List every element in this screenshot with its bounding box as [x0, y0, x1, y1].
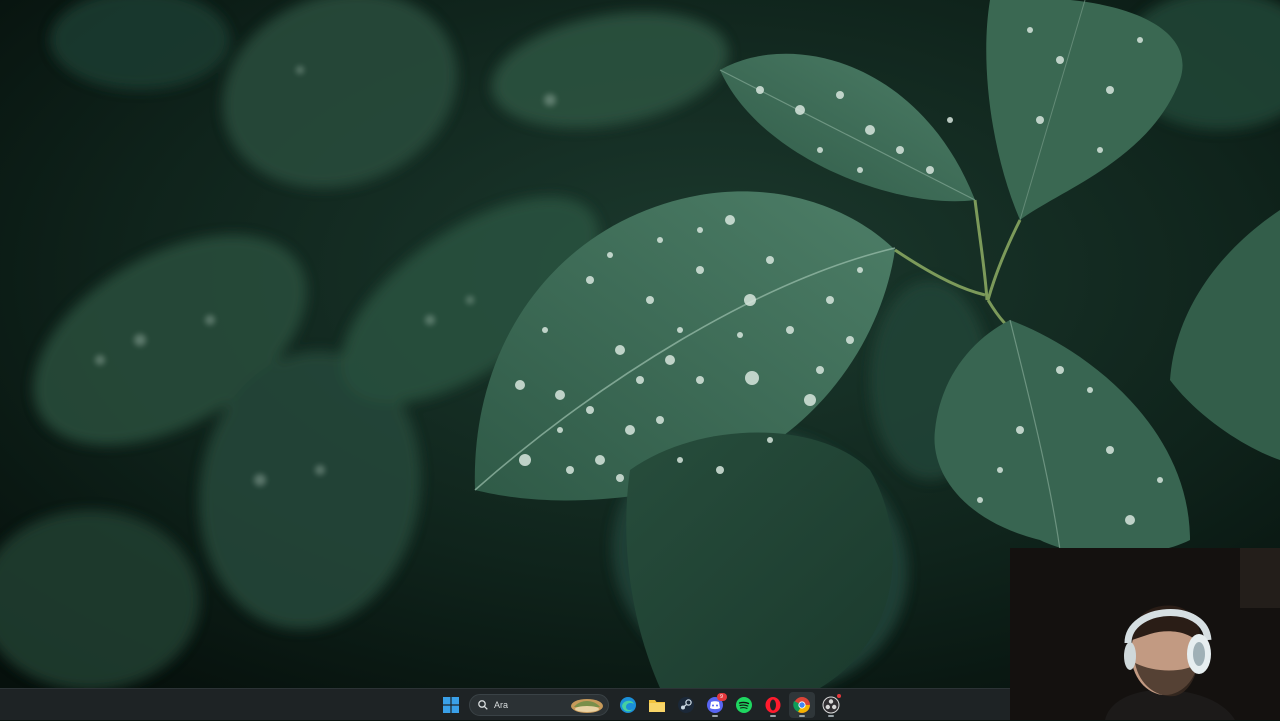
- taskbar-file-explorer[interactable]: [644, 692, 670, 718]
- taskbar-obs[interactable]: [818, 692, 844, 718]
- taskbar-apps: Ara 9: [436, 689, 845, 721]
- file-explorer-icon: [648, 700, 665, 712]
- start-button[interactable]: [438, 692, 464, 718]
- search-highlight-icon: [571, 699, 603, 713]
- taskbar-chrome[interactable]: [788, 692, 815, 718]
- taskbar-opera[interactable]: [760, 692, 786, 718]
- discord-notification-badge: 9: [716, 693, 727, 701]
- search-placeholder: Ara: [494, 700, 509, 710]
- spotify-icon: [735, 697, 752, 713]
- chrome-icon: [792, 697, 810, 713]
- taskbar-edge[interactable]: [615, 692, 641, 718]
- steam-icon: [677, 697, 694, 713]
- opera-icon: [765, 697, 780, 713]
- taskbar-spotify[interactable]: [731, 692, 757, 718]
- taskbar-search-box[interactable]: Ara: [469, 694, 609, 716]
- recording-indicator: [836, 694, 841, 698]
- search-icon: [478, 700, 488, 710]
- running-indicator: [769, 715, 776, 717]
- webcam-overlay: [1010, 548, 1280, 720]
- running-indicator: [798, 715, 805, 717]
- running-indicator: [711, 715, 718, 717]
- start-windows-icon: [442, 697, 459, 713]
- obs-icon: [822, 696, 839, 714]
- running-indicator: [827, 715, 834, 717]
- taskbar-steam[interactable]: [673, 692, 699, 718]
- taskbar-discord[interactable]: 9: [702, 692, 728, 718]
- edge-icon: [619, 697, 636, 713]
